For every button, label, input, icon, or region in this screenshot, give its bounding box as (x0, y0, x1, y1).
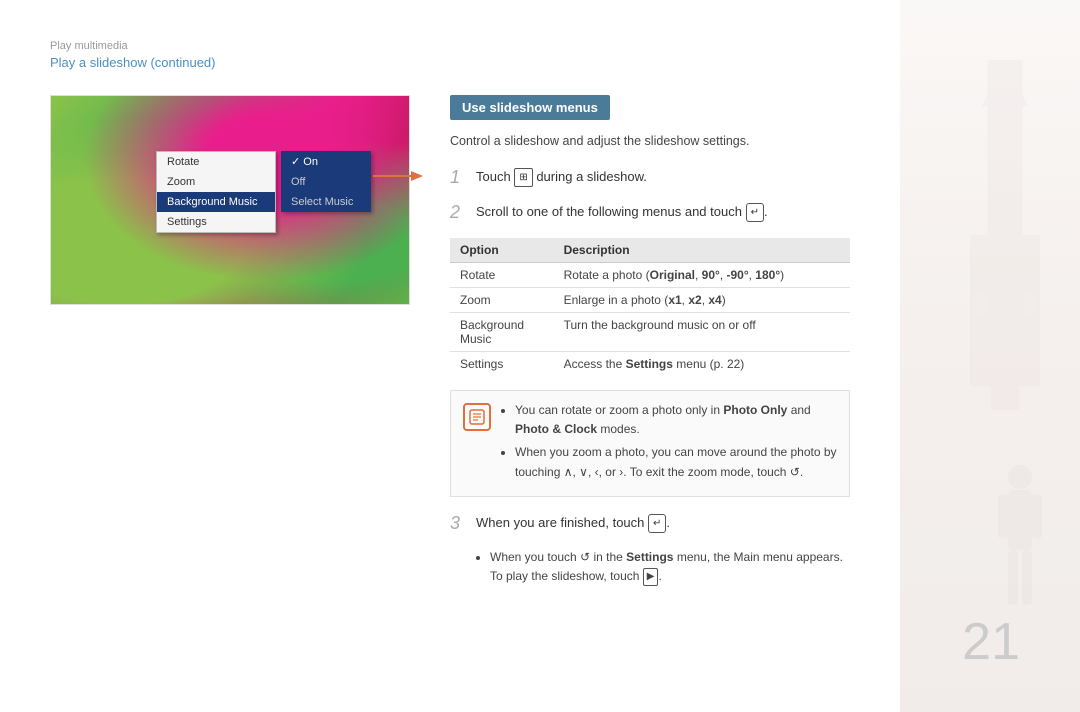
note-box: You can rotate or zoom a photo only in P… (450, 390, 850, 497)
step-1-number: 1 (450, 167, 468, 189)
note-bullet-2: When you zoom a photo, you can move arou… (515, 443, 837, 481)
breadcrumb-parent: Play multimedia (50, 40, 850, 52)
step-3-container: 3 When you are finished, touch ↵. When y… (450, 513, 850, 587)
table-header-option: Option (450, 238, 554, 263)
table-row: Settings Access the Settings menu (p. 22… (450, 351, 850, 376)
background-decoration (900, 0, 1080, 712)
sub-menu-select-music[interactable]: Select Music (281, 192, 371, 212)
step-3-bullet: When you touch ↺ in the Settings menu, t… (490, 548, 850, 586)
arrow-connector (373, 161, 433, 191)
menu-item-zoom[interactable]: Zoom (157, 172, 275, 192)
step-2-number: 2 (450, 202, 468, 224)
return-icon-step2: ↵ (746, 203, 764, 222)
table-row: BackgroundMusic Turn the background musi… (450, 312, 850, 351)
step-3-sub: When you touch ↺ in the Settings menu, t… (476, 548, 850, 586)
options-table: Option Description Rotate Rotate a photo… (450, 238, 850, 376)
menu-item-background-music[interactable]: Background Music (157, 192, 275, 212)
table-header-description: Description (554, 238, 850, 263)
sub-menu: ✓ On Off Select Music (281, 151, 371, 212)
option-bg-music: BackgroundMusic (450, 312, 554, 351)
content-columns: Rotate Zoom Background Music Settings ✓ … (50, 95, 850, 587)
note-icon (463, 403, 491, 431)
right-column: Use slideshow menus Control a slideshow … (450, 95, 850, 587)
desc-bg-music: Turn the background music on or off (554, 312, 850, 351)
option-settings: Settings (450, 351, 554, 376)
intro-text: Control a slideshow and adjust the slide… (450, 132, 850, 151)
sub-menu-off[interactable]: Off (281, 172, 371, 192)
step-2-text: Scroll to one of the following menus and… (476, 202, 768, 222)
breadcrumb: Play multimedia Play a slideshow (contin… (50, 40, 850, 70)
menu-item-settings[interactable]: Settings (157, 212, 275, 232)
pencil-icon (468, 408, 486, 426)
play-icon: ▶ (643, 568, 659, 586)
option-zoom: Zoom (450, 287, 554, 312)
menu-item-rotate[interactable]: Rotate (157, 152, 275, 172)
main-content: Play multimedia Play a slideshow (contin… (0, 0, 900, 712)
step-2: 2 Scroll to one of the following menus a… (450, 202, 850, 224)
context-menu: Rotate Zoom Background Music Settings (156, 151, 276, 233)
return-icon-step3: ↵ (648, 514, 666, 533)
table-row: Zoom Enlarge in a photo (x1, x2, x4) (450, 287, 850, 312)
note-content: You can rotate or zoom a photo only in P… (501, 401, 837, 486)
step-3: 3 When you are finished, touch ↵. (450, 513, 850, 535)
step-1-text: Touch ⊞ during a slideshow. (476, 167, 647, 187)
desc-zoom: Enlarge in a photo (x1, x2, x4) (554, 287, 850, 312)
left-column: Rotate Zoom Background Music Settings ✓ … (50, 95, 410, 587)
step-3-text: When you are finished, touch ↵. (476, 513, 670, 533)
step-1: 1 Touch ⊞ during a slideshow. (450, 167, 850, 189)
desc-rotate: Rotate a photo (Original, 90°, -90°, 180… (554, 262, 850, 287)
breadcrumb-current: Play a slideshow (continued) (50, 55, 215, 70)
screenshot-container: Rotate Zoom Background Music Settings ✓ … (50, 95, 410, 305)
table-row: Rotate Rotate a photo (Original, 90°, -9… (450, 262, 850, 287)
section-title: Use slideshow menus (450, 95, 610, 120)
option-rotate: Rotate (450, 262, 554, 287)
note-bullet-1: You can rotate or zoom a photo only in P… (515, 401, 837, 439)
step-3-number: 3 (450, 513, 468, 535)
page-number: 21 (962, 612, 1020, 672)
desc-settings: Access the Settings menu (p. 22) (554, 351, 850, 376)
sub-menu-on[interactable]: ✓ On (281, 151, 371, 172)
grid-icon: ⊞ (514, 168, 532, 187)
